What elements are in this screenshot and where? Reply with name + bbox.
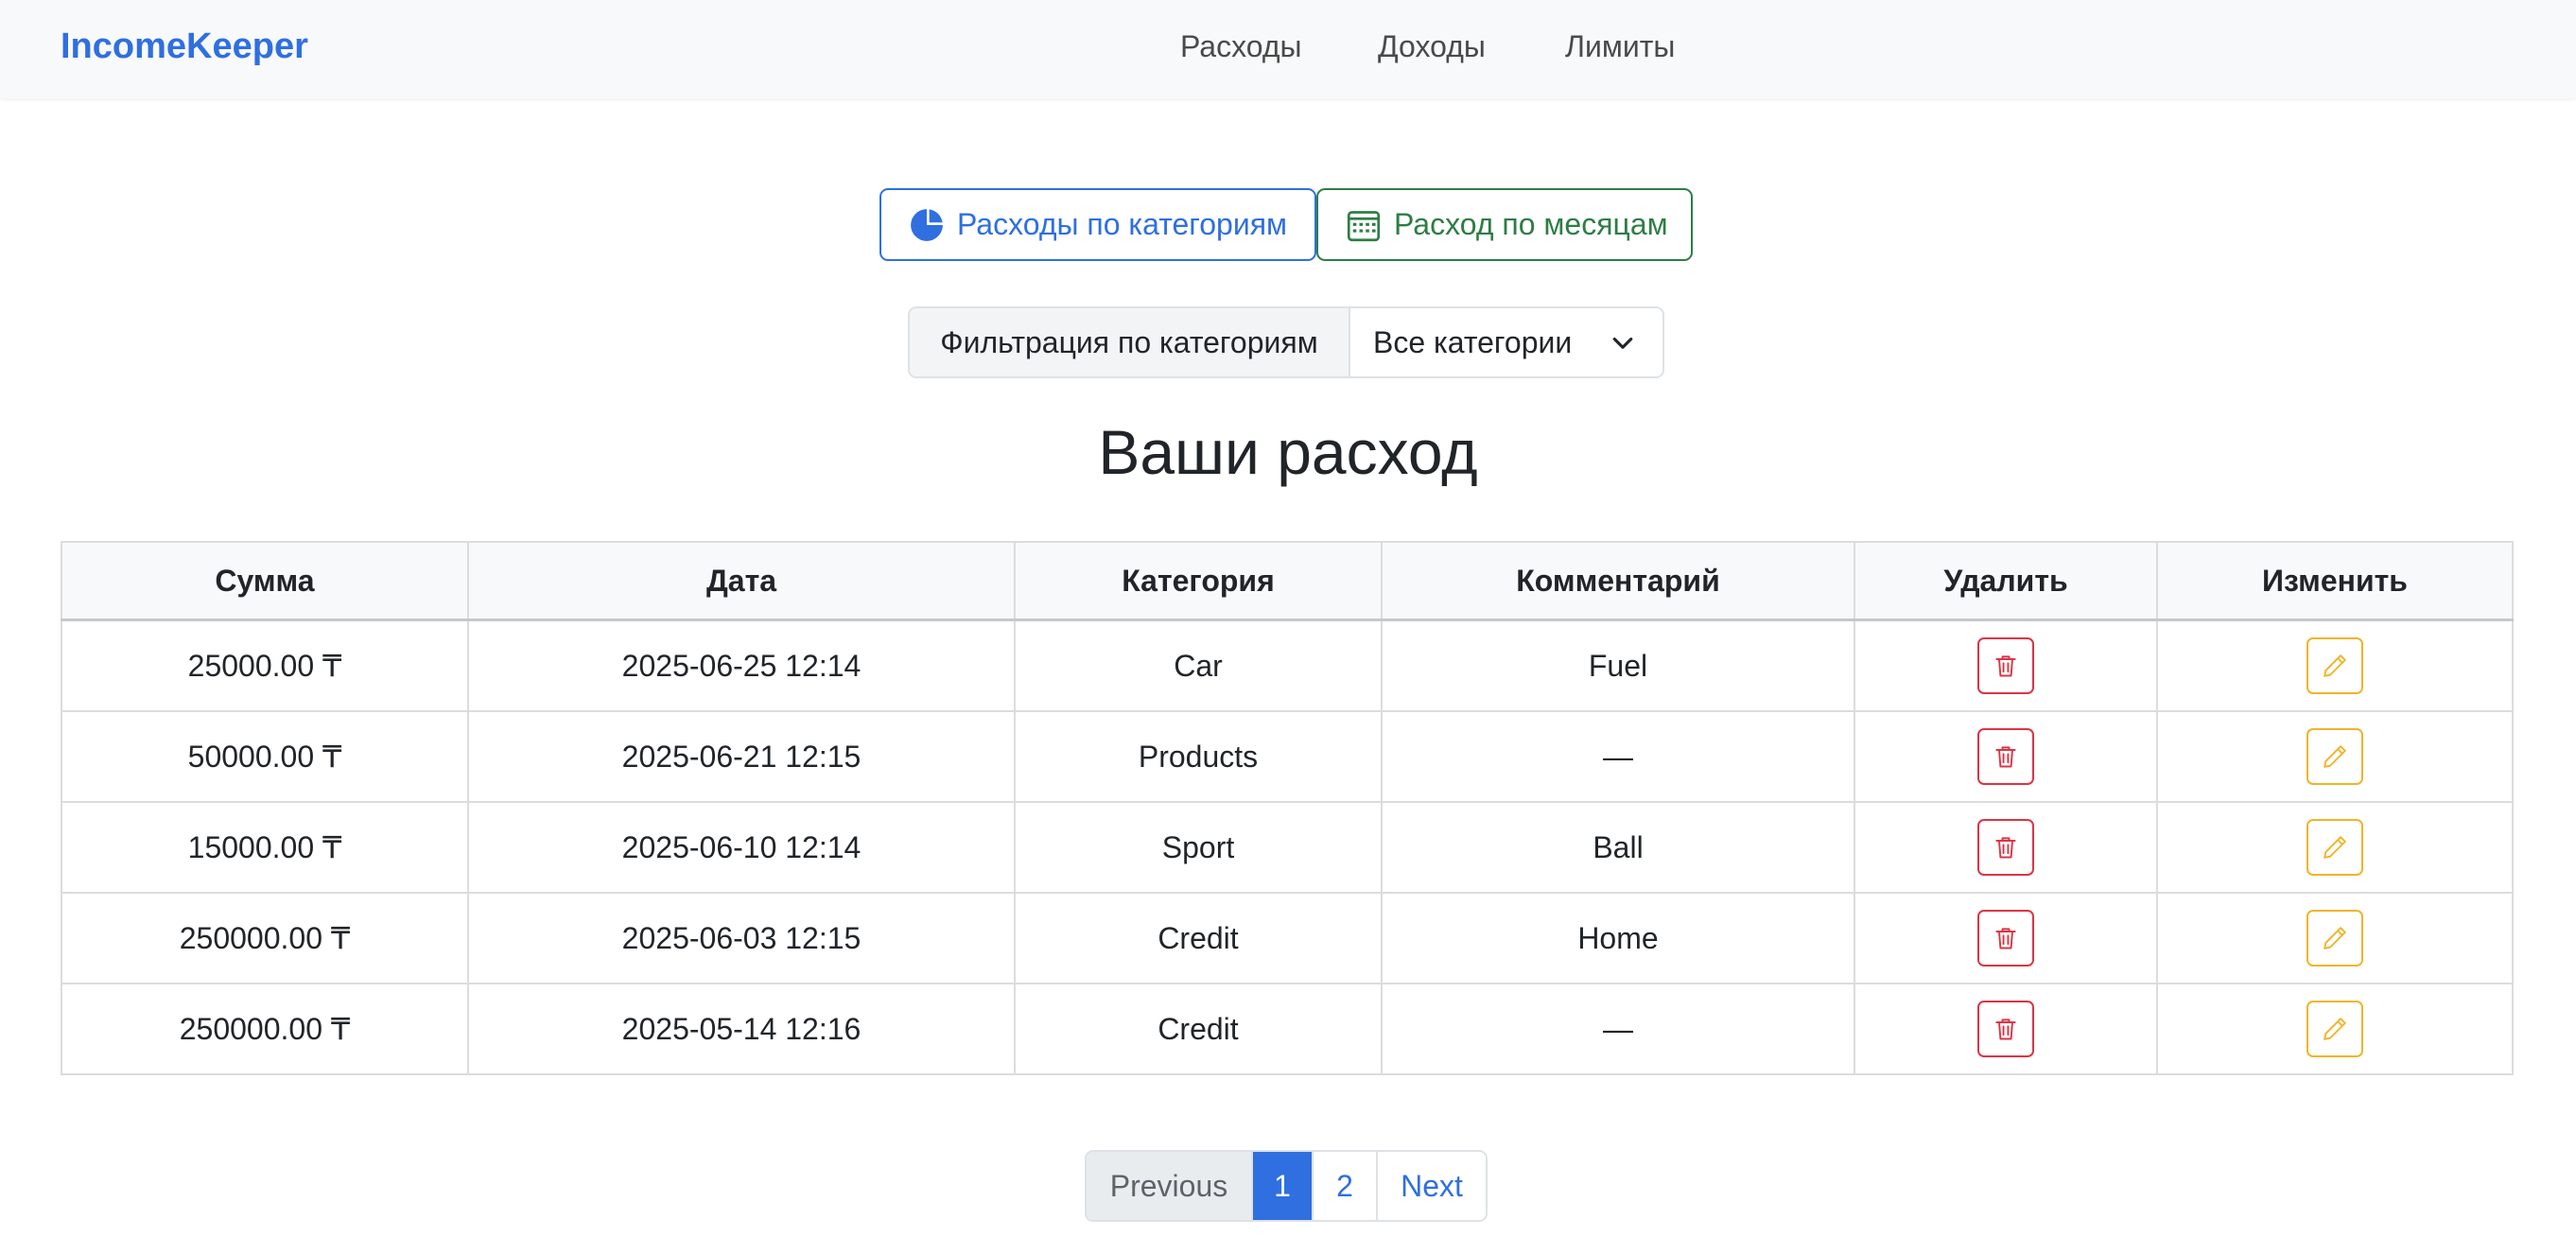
chevron-down-icon <box>1612 337 1633 349</box>
cell-amount: 50000.00 ₸ <box>61 710 469 803</box>
cell-category: Products <box>1014 710 1383 803</box>
edit-button[interactable] <box>2306 819 2363 876</box>
expenses-by-category-button[interactable]: Расходы по категориям <box>879 188 1316 261</box>
cell-amount: 25000.00 ₸ <box>61 618 469 712</box>
cell-date: 2025-06-10 12:14 <box>467 801 1016 894</box>
table-row: 250000.00 ₸ 2025-06-03 12:15 Credit Home <box>61 892 2514 984</box>
delete-button[interactable] <box>1977 728 2034 785</box>
cell-date: 2025-06-03 12:15 <box>467 892 1016 984</box>
trash-icon <box>1995 928 2016 950</box>
filter-label: Фильтрация по категориям <box>910 308 1350 376</box>
cell-category: Credit <box>1014 983 1383 1075</box>
cell-delete <box>1854 710 2158 803</box>
cell-delete <box>1854 801 2158 894</box>
cell-edit <box>2156 618 2514 712</box>
pagination-previous[interactable]: Previous <box>1087 1152 1251 1220</box>
calendar-icon <box>1347 210 1381 241</box>
pencil-icon <box>2324 836 2346 859</box>
header-amount: Сумма <box>61 541 469 621</box>
cell-delete <box>1854 618 2158 712</box>
cell-amount: 250000.00 ₸ <box>61 983 469 1075</box>
cell-comment: Fuel <box>1381 618 1855 712</box>
cell-category: Sport <box>1014 801 1383 894</box>
edit-button[interactable] <box>2306 1001 2363 1057</box>
trash-icon <box>1995 746 2016 768</box>
delete-button[interactable] <box>1977 1001 2034 1057</box>
edit-button[interactable] <box>2306 637 2363 694</box>
header-edit: Изменить <box>2156 541 2514 621</box>
expenses-by-month-button[interactable]: Расход по месяцам <box>1316 188 1693 261</box>
table-header-row: Сумма Дата Категория Комментарий Удалить… <box>61 541 2514 621</box>
cell-date: 2025-06-25 12:14 <box>467 618 1016 712</box>
edit-button[interactable] <box>2306 910 2363 967</box>
cell-comment: Ball <box>1381 801 1855 894</box>
table-row: 50000.00 ₸ 2025-06-21 12:15 Products — <box>61 710 2514 803</box>
trash-icon <box>1995 837 2016 859</box>
cell-edit <box>2156 801 2514 894</box>
page-title: Ваши расход <box>1098 417 1478 487</box>
header-date: Дата <box>467 541 1016 621</box>
category-filter: Фильтрация по категориям Все категории <box>908 306 1664 378</box>
delete-button[interactable] <box>1977 910 2034 967</box>
brand-logo[interactable]: IncomeKeeper <box>61 0 308 93</box>
table-row: 250000.00 ₸ 2025-05-14 12:16 Credit — <box>61 983 2514 1075</box>
pagination: Previous 1 2 Next <box>1085 1150 1488 1222</box>
top-navbar: IncomeKeeper Расходы Доходы Лимиты <box>0 0 2576 98</box>
nav-link-income[interactable]: Доходы <box>1378 0 1486 93</box>
header-category: Категория <box>1014 541 1383 621</box>
table-row: 15000.00 ₸ 2025-06-10 12:14 Sport Ball <box>61 801 2514 894</box>
header-delete: Удалить <box>1854 541 2158 621</box>
cell-delete <box>1854 892 2158 984</box>
nav-link-expenses[interactable]: Расходы <box>1180 0 1301 93</box>
expenses-by-category-label: Расходы по категориям <box>957 207 1288 241</box>
cell-category: Car <box>1014 618 1383 712</box>
delete-button[interactable] <box>1977 819 2034 876</box>
nav-link-limits[interactable]: Лимиты <box>1565 0 1675 93</box>
cell-edit <box>2156 892 2514 984</box>
expenses-table: Сумма Дата Категория Комментарий Удалить… <box>61 541 2514 1075</box>
category-select[interactable]: Все категории <box>1350 308 1662 376</box>
expenses-by-month-label: Расход по месяцам <box>1394 207 1668 241</box>
cell-edit <box>2156 983 2514 1075</box>
pagination-page-2[interactable]: 2 <box>1312 1152 1376 1220</box>
cell-comment: — <box>1381 983 1855 1075</box>
pencil-icon <box>2324 654 2346 677</box>
cell-date: 2025-05-14 12:16 <box>467 983 1016 1075</box>
cell-delete <box>1854 983 2158 1075</box>
cell-comment: Home <box>1381 892 1855 984</box>
cell-amount: 15000.00 ₸ <box>61 801 469 894</box>
cell-edit <box>2156 710 2514 803</box>
pencil-icon <box>2324 927 2346 950</box>
table-row: 25000.00 ₸ 2025-06-25 12:14 Car Fuel <box>61 618 2514 712</box>
pencil-icon <box>2324 745 2346 768</box>
pie-chart-icon <box>911 208 943 241</box>
delete-button[interactable] <box>1977 637 2034 694</box>
pagination-next[interactable]: Next <box>1376 1152 1486 1220</box>
cell-category: Credit <box>1014 892 1383 984</box>
cell-amount: 250000.00 ₸ <box>61 892 469 984</box>
cell-date: 2025-06-21 12:15 <box>467 710 1016 803</box>
trash-icon <box>1995 655 2016 677</box>
edit-button[interactable] <box>2306 728 2363 785</box>
pencil-icon <box>2324 1018 2346 1040</box>
trash-icon <box>1995 1019 2016 1040</box>
category-select-value: Все категории <box>1373 324 1573 359</box>
pagination-page-1[interactable]: 1 <box>1251 1152 1312 1220</box>
cell-comment: — <box>1381 710 1855 803</box>
header-comment: Комментарий <box>1381 541 1855 621</box>
